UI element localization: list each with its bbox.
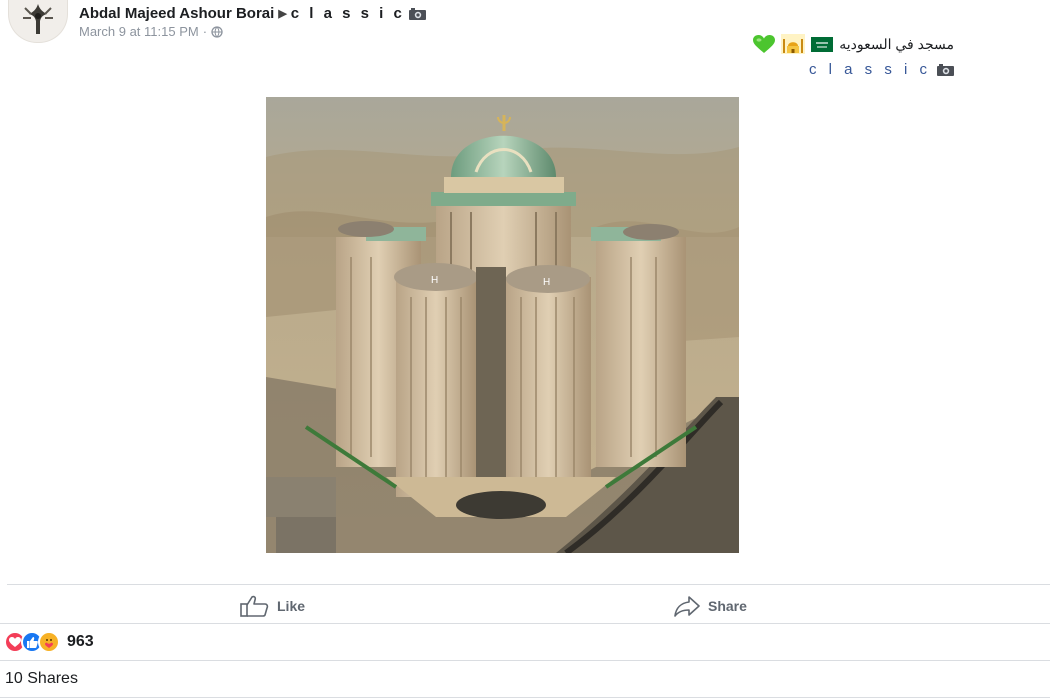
care-reaction-icon	[38, 631, 60, 653]
globe-icon[interactable]	[211, 25, 223, 38]
like-button[interactable]: Like	[240, 595, 305, 617]
thumbs-up-icon	[240, 595, 269, 617]
share-label: Share	[708, 598, 747, 614]
triangle-right-icon: ▶	[278, 8, 287, 20]
camera-icon	[937, 63, 954, 76]
author-name[interactable]: Abdal Majeed Ashour Borai	[79, 5, 274, 22]
classic-text: c l a s s i c	[808, 61, 931, 78]
post-photo[interactable]: H H	[266, 97, 739, 553]
divider-lower	[0, 660, 1050, 661]
camera-icon	[408, 7, 426, 20]
reactions-summary[interactable]: 963	[4, 631, 94, 653]
reaction-count: 963	[67, 633, 94, 650]
like-label: Like	[277, 598, 306, 614]
share-arrow-icon	[674, 596, 700, 617]
post-text-arabic: مسجد في السعوديه	[753, 34, 954, 54]
shares-count[interactable]: 10 Shares	[5, 670, 78, 688]
post-meta: March 9 at 11:15 PM ·	[79, 24, 223, 39]
group-name[interactable]: c l a s s i c	[291, 5, 405, 22]
divider-middle	[0, 623, 1050, 624]
saudi-flag-icon	[811, 36, 834, 52]
mosque-icon	[781, 34, 806, 54]
avatar-image	[23, 4, 53, 34]
svg-text:H: H	[431, 275, 438, 286]
share-button[interactable]: Share	[673, 595, 747, 617]
arabic-text: مسجد في السعوديه	[839, 35, 954, 52]
svg-text:H: H	[543, 277, 550, 288]
author-avatar[interactable]	[8, 0, 68, 43]
meta-separator: ·	[202, 24, 208, 39]
post-header: Abdal Majeed Ashour Borai ▶ c l a s s i …	[79, 5, 426, 22]
divider-top	[7, 584, 1050, 585]
post-text-classic: c l a s s i c	[809, 61, 954, 78]
post-timestamp[interactable]: March 9 at 11:15 PM	[79, 24, 199, 39]
green-heart-icon	[753, 34, 776, 53]
mosque-tower-photo: H H	[266, 97, 739, 553]
divider-bottom	[0, 697, 1050, 698]
